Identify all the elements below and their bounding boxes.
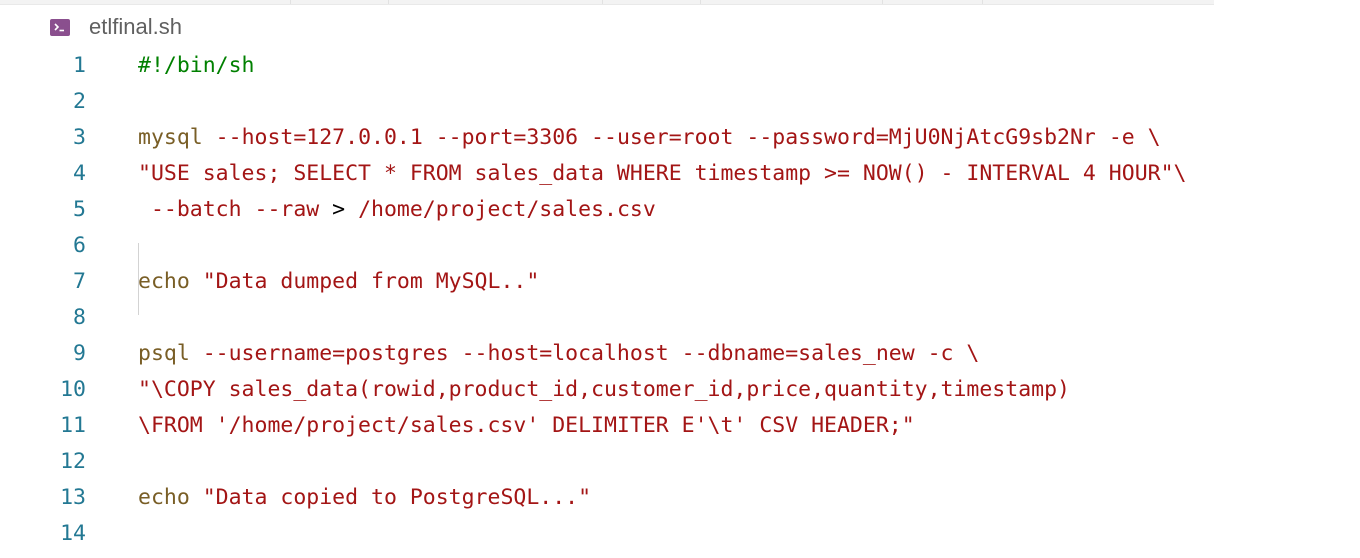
line-number: 2 — [73, 89, 86, 114]
code-line[interactable]: 12 — [0, 444, 1360, 480]
code-line[interactable]: 13 echo "Data copied to PostgreSQL..." — [0, 480, 1360, 516]
code-token: --batch --raw — [138, 197, 333, 222]
code-text: echo "Data dumped from MySQL.." — [138, 264, 539, 300]
code-line[interactable]: 8 — [0, 300, 1360, 336]
line-number: 1 — [73, 53, 86, 78]
line-number: 9 — [73, 341, 86, 366]
editor-window: etlfinal.sh 1 #!/bin/sh 2 3 mysql --host=127… — [0, 0, 1360, 558]
code-text: "\COPY sales_data(rowid,product_id,custo… — [138, 372, 1070, 408]
code-text: #!/bin/sh — [138, 48, 255, 84]
code-token: "Data dumped from MySQL.." — [189, 269, 540, 294]
line-number: 6 — [73, 233, 86, 258]
code-token: \FROM '/home/project/sales.csv' DELIMITE… — [138, 413, 915, 438]
line-number: 12 — [60, 449, 86, 474]
code-line[interactable]: 14 — [0, 516, 1360, 552]
code-line[interactable]: 1 #!/bin/sh — [0, 48, 1360, 84]
code-token: > — [332, 197, 346, 222]
tab-bar-strip — [0, 0, 1214, 5]
code-token: #!/bin/sh — [138, 53, 255, 78]
line-number: 11 — [60, 413, 86, 438]
code-line[interactable]: 9 psql --username=postgres --host=localho… — [0, 336, 1360, 372]
code-text: psql --username=postgres --host=localhos… — [138, 336, 979, 372]
code-token: --username=postgres --host=localhost --d… — [189, 341, 980, 366]
file-tab-title: etlfinal.sh — [89, 14, 182, 39]
code-line[interactable]: 2 — [0, 84, 1360, 120]
code-line[interactable]: 4 "USE sales; SELECT * FROM sales_data WH… — [0, 156, 1360, 192]
code-text: echo "Data copied to PostgreSQL..." — [138, 480, 591, 516]
line-number: 14 — [60, 521, 86, 546]
code-line[interactable]: 6 — [0, 228, 1360, 264]
code-token: psql — [138, 341, 190, 366]
code-token: echo — [138, 485, 190, 510]
code-line[interactable]: 10 "\COPY sales_data(rowid,product_id,cus… — [0, 372, 1360, 408]
code-token: "Data copied to PostgreSQL..." — [189, 485, 592, 510]
code-token: echo — [138, 269, 190, 294]
terminal-icon — [50, 18, 70, 36]
line-number: 13 — [60, 485, 86, 510]
code-line[interactable]: 7 echo "Data dumped from MySQL.." — [0, 264, 1360, 300]
code-editor[interactable]: 1 #!/bin/sh 2 3 mysql --host=127.0.0.1 --por… — [0, 48, 1360, 552]
code-text: "USE sales; SELECT * FROM sales_data WHE… — [138, 156, 1186, 192]
code-text: \FROM '/home/project/sales.csv' DELIMITE… — [138, 408, 915, 444]
code-text: mysql --host=127.0.0.1 --port=3306 --use… — [138, 120, 1161, 156]
code-token: "USE sales; SELECT * FROM sales_data WHE… — [138, 161, 1187, 186]
code-text: --batch --raw > /home/project/sales.csv — [138, 192, 656, 228]
code-token: "\COPY sales_data(rowid,product_id,custo… — [138, 377, 1070, 402]
code-line[interactable]: 11 \FROM '/home/project/sales.csv' DELIMI… — [0, 408, 1360, 444]
line-number: 8 — [73, 305, 86, 330]
line-number: 5 — [73, 197, 86, 222]
code-token: mysql — [138, 125, 203, 150]
code-line[interactable]: 3 mysql --host=127.0.0.1 --port=3306 --us… — [0, 120, 1360, 156]
code-token: /home/project/sales.csv — [345, 197, 656, 222]
code-line[interactable]: 5 --batch --raw > /home/project/sales.cs… — [0, 192, 1360, 228]
line-number: 4 — [73, 161, 86, 186]
line-number: 10 — [60, 377, 86, 402]
file-tab[interactable]: etlfinal.sh — [50, 14, 182, 40]
line-number: 7 — [73, 269, 86, 294]
code-token: --host=127.0.0.1 --port=3306 --user=root… — [202, 125, 1161, 150]
line-number: 3 — [73, 125, 86, 150]
